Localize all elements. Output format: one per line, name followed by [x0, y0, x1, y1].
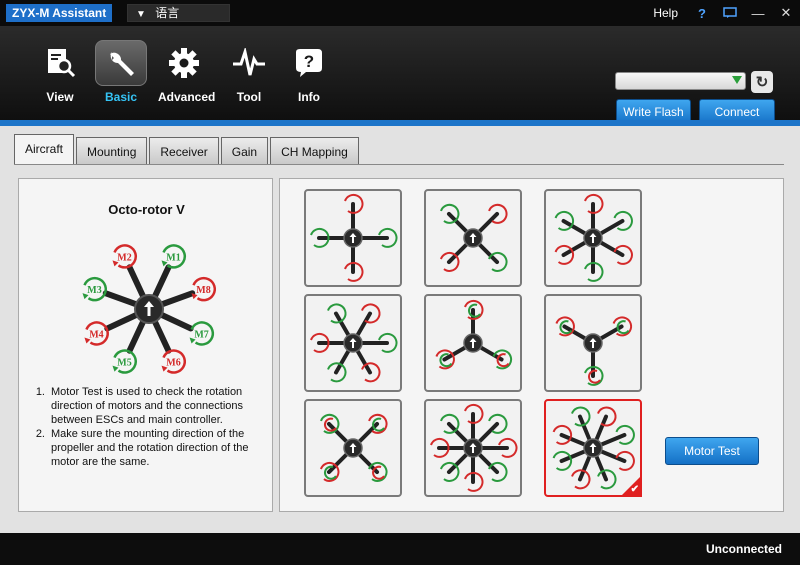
help-link[interactable]: Help — [653, 6, 678, 20]
refresh-icon: ↻ — [755, 74, 769, 91]
wrench-icon — [95, 40, 147, 86]
note-item: 1. Motor Test is used to check the rotat… — [29, 385, 267, 427]
octo-i-frame-icon — [430, 403, 518, 492]
motor-label: M8 — [196, 285, 210, 296]
quad-x-frame-icon — [440, 203, 508, 272]
frame-option-octo-i[interactable] — [424, 399, 522, 497]
main-content: Aircraft Mounting Receiver Gain CH Mappi… — [0, 126, 800, 533]
motor-4: M4 — [84, 321, 109, 346]
note-number: 2. — [35, 428, 45, 440]
help-icon[interactable]: ? — [688, 0, 716, 26]
motor-label: M1 — [166, 252, 180, 263]
note-text: Motor Test is used to check the rotation… — [51, 386, 244, 426]
settings-tabs: Aircraft Mounting Receiver Gain CH Mappi… — [14, 134, 361, 165]
motor-1: M1 — [161, 244, 187, 269]
pulse-icon — [223, 40, 275, 86]
hexa-v-frame-icon — [310, 303, 398, 383]
tab-gain[interactable]: Gain — [220, 137, 269, 165]
app-title: ZYX-M Assistant — [6, 4, 113, 22]
toolbar-tool-label: Tool — [236, 90, 262, 104]
quad-plus-frame-icon — [310, 193, 398, 282]
gear-icon — [158, 40, 210, 86]
refresh-button[interactable]: ↻ — [751, 71, 773, 93]
status-bar: Unconnected — [0, 533, 800, 565]
tab-ch-mapping[interactable]: CH Mapping — [270, 137, 359, 165]
toolbar-view-label: View — [46, 90, 74, 104]
note-number: 1. — [35, 386, 45, 398]
quad-x8-frame-icon — [320, 413, 388, 482]
toolbar-info-label: Info — [298, 90, 320, 104]
minimize-icon[interactable]: — — [744, 0, 772, 26]
frame-option-octo-v[interactable]: ✔ — [544, 399, 642, 497]
tab-mounting[interactable]: Mounting — [76, 137, 148, 165]
toolbar-basic[interactable]: Basic — [95, 40, 147, 104]
octo-rotor-diagram: M1 M2 M3 M4 M5 M6 M7 M8 — [82, 244, 216, 374]
toolbar-info[interactable]: ? Info — [283, 40, 335, 104]
toolbar-tool[interactable]: Tool — [223, 40, 275, 104]
motor-label: M4 — [89, 330, 103, 341]
checkmark-icon: ✔ — [630, 484, 639, 495]
motor-label: M7 — [194, 330, 208, 341]
frame-selection-panel: Motor Test ✔ — [279, 178, 784, 512]
motor-label: M2 — [117, 252, 131, 263]
language-selector[interactable]: ▼ 语言 — [127, 4, 230, 22]
motor-label: M6 — [166, 358, 180, 369]
motor-2: M2 — [112, 244, 137, 269]
frame-option-quad-x[interactable] — [424, 189, 522, 287]
motor-label: M5 — [117, 358, 131, 369]
port-select[interactable] — [615, 72, 746, 90]
frame-option-quad-x8[interactable] — [304, 399, 402, 497]
tab-aircraft[interactable]: Aircraft — [14, 134, 75, 165]
close-icon[interactable]: ✕ — [772, 0, 800, 26]
tri-y6-down-frame-icon — [555, 316, 633, 386]
tab-receiver[interactable]: Receiver — [149, 137, 219, 165]
feedback-icon[interactable] — [716, 0, 744, 26]
tri-y6-up-frame-icon — [435, 299, 513, 370]
title-bar: ZYX-M Assistant ▼ 语言 Help ? — ✕ — [0, 0, 800, 26]
motor-8: M8 — [191, 276, 216, 302]
note-text: Make sure the mounting direction of the … — [51, 428, 249, 468]
instruction-notes: 1. Motor Test is used to check the rotat… — [29, 385, 267, 469]
frame-option-hexa-i[interactable] — [544, 189, 642, 287]
motor-7: M7 — [189, 321, 215, 346]
aircraft-info-panel: Octo-rotor V M1 M2 M3 M4 M5 M6 M7 M8 1. Motor T… — [18, 178, 273, 512]
frame-type-title: Octo-rotor V — [108, 202, 185, 217]
title-bar-controls: Help ? — ✕ — [653, 0, 800, 26]
hexa-i-frame-icon — [554, 193, 633, 282]
motor-5: M5 — [112, 349, 137, 374]
language-menu-icon: ▼ — [136, 9, 146, 20]
toolbar-advanced-label: Advanced — [158, 90, 216, 104]
chevron-down-icon — [732, 76, 742, 84]
toolbar-view[interactable]: View — [34, 40, 86, 104]
motor-test-button[interactable]: Motor Test — [665, 437, 759, 465]
motor-label: M3 — [87, 285, 101, 296]
tab-divider — [14, 164, 784, 165]
info-icon: ? — [283, 40, 335, 86]
frame-option-tri-y6-down[interactable] — [544, 294, 642, 392]
view-icon — [34, 40, 86, 86]
frame-option-hexa-v[interactable] — [304, 294, 402, 392]
frame-option-quad-plus[interactable] — [304, 189, 402, 287]
language-label: 语言 — [155, 6, 180, 20]
connection-status: Unconnected — [705, 542, 782, 556]
main-toolbar: View Basic Advanced Tool ? Info ↻ Write … — [0, 26, 800, 125]
motor-3: M3 — [82, 276, 107, 302]
motor-6: M6 — [161, 349, 187, 374]
svg-text:?: ? — [304, 52, 314, 71]
toolbar-advanced[interactable]: Advanced — [158, 40, 216, 104]
frame-option-tri-y6-up[interactable] — [424, 294, 522, 392]
note-item: 2. Make sure the mounting direction of t… — [29, 427, 267, 469]
toolbar-basic-label: Basic — [104, 90, 138, 104]
